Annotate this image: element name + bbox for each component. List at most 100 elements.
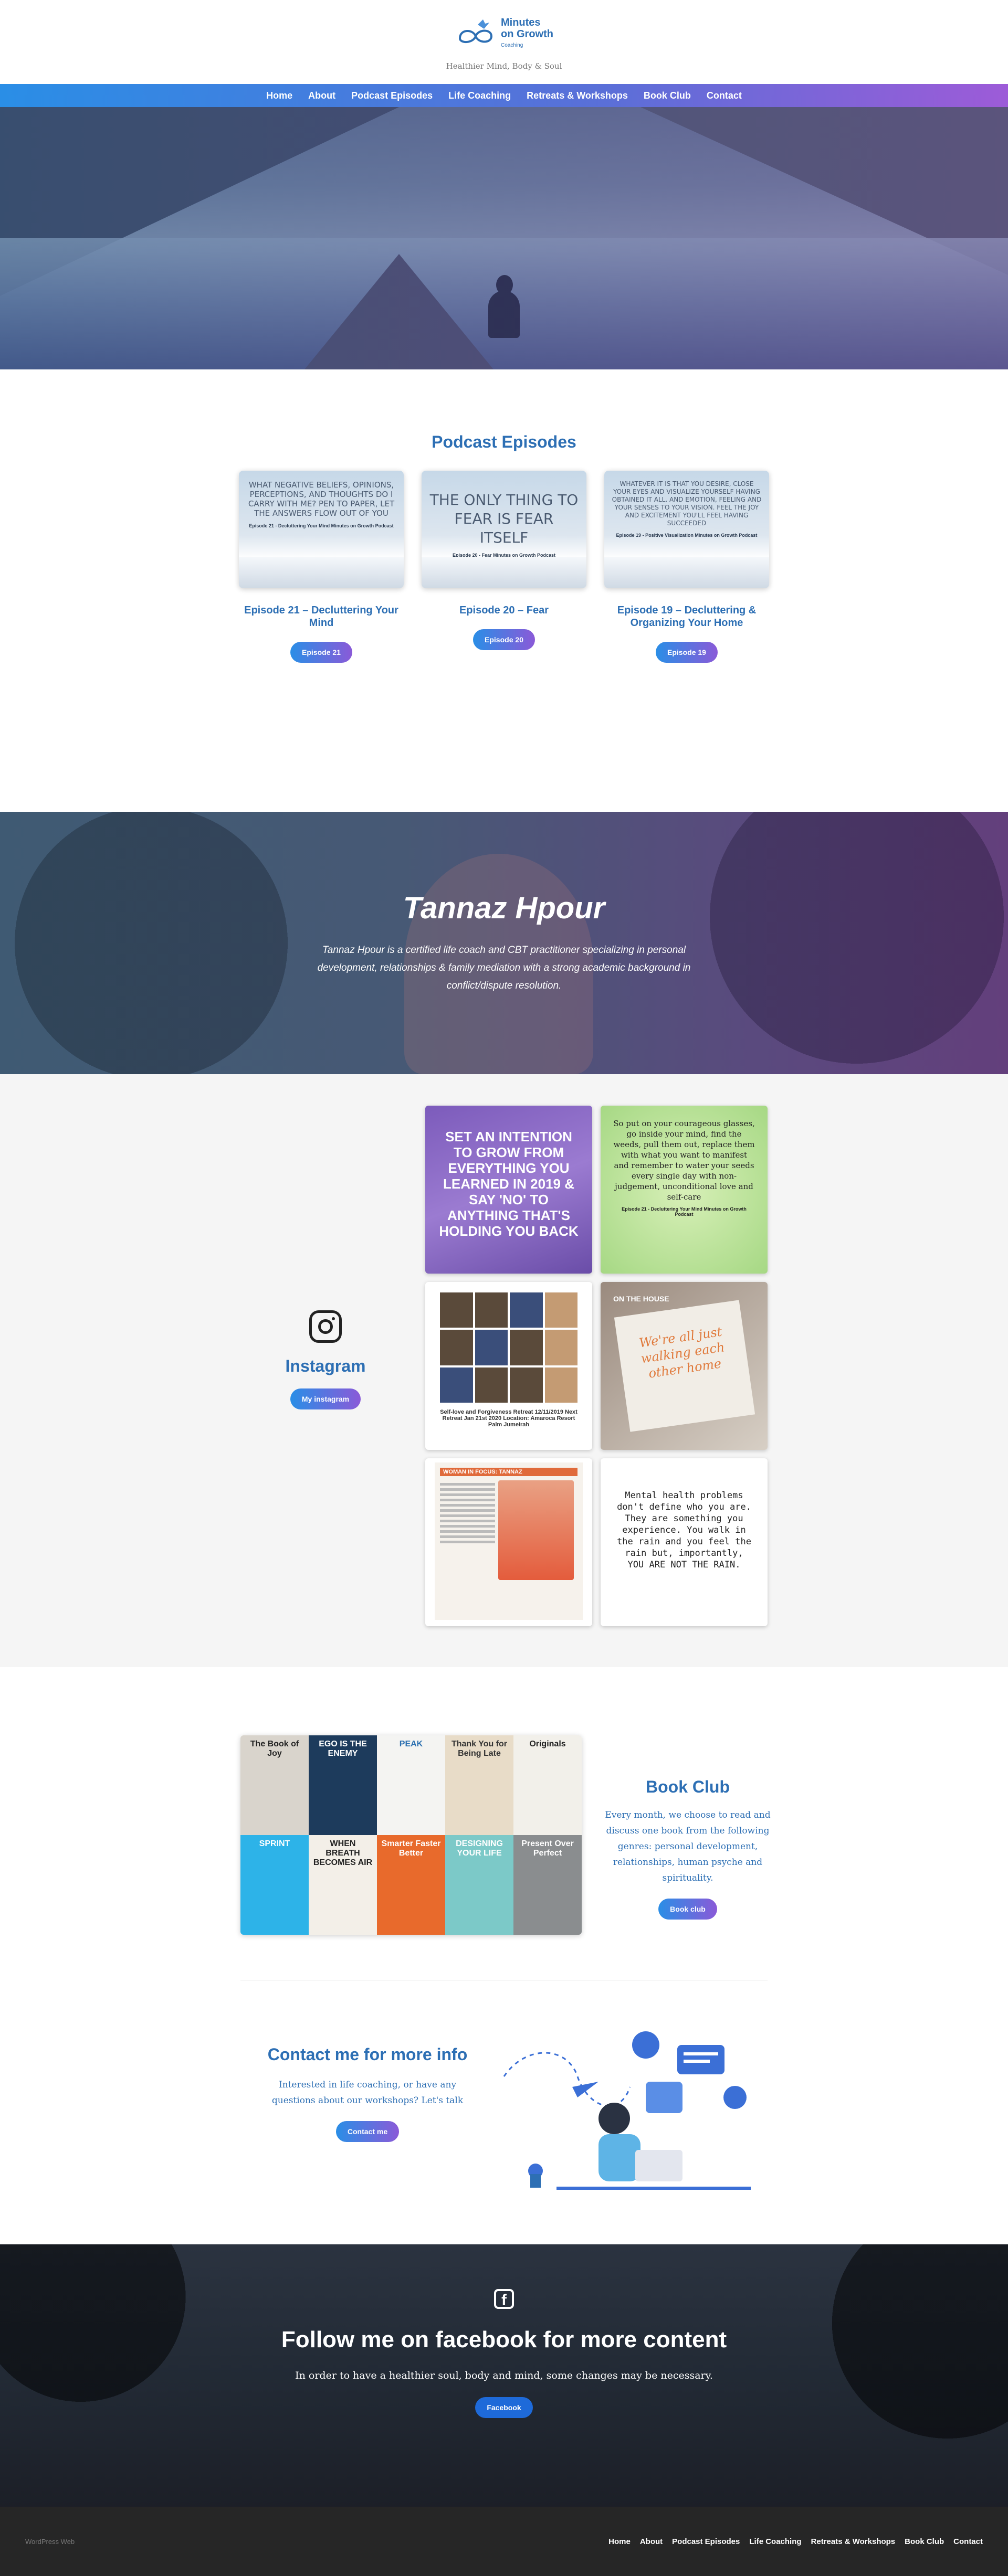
episode-quote: Whatever it is that you desire, close yo… (612, 480, 762, 527)
instagram-title: Instagram (285, 1356, 366, 1375)
episode-thumbnail[interactable]: What negative beliefs, opinions, percept… (239, 471, 404, 588)
logo-line-1: Minutes (501, 17, 541, 28)
episode-thumbnail[interactable]: The only thing to fear is fear itself Ep… (422, 471, 586, 588)
site-tagline: Healthier Mind, Body & Soul (446, 61, 562, 71)
snow-mountain (239, 557, 404, 588)
magazine-header: WOMAN IN FOCUS: TANNAZ (440, 1468, 578, 1476)
post-text: Set an intention to grow from everything… (439, 1129, 579, 1239)
footer-nav: Home About Podcast Episodes Life Coachin… (608, 2537, 983, 2546)
podcast-section: Podcast Episodes What negative beliefs, … (0, 369, 1008, 812)
footer-nav-retreats-workshops[interactable]: Retreats & Workshops (811, 2537, 896, 2546)
instagram-post[interactable]: WOMAN IN FOCUS: TANNAZ (425, 1458, 592, 1626)
book-club-text: Every month, we choose to read and discu… (605, 1810, 771, 1883)
book-cover: The Book of Joy (240, 1735, 309, 1835)
about-name: Tannaz Hpour (403, 891, 605, 925)
snow-mountain (604, 557, 769, 588)
book-club-button[interactable]: Book club (658, 1899, 717, 1920)
episode-list: What negative beliefs, opinions, percept… (0, 471, 1008, 663)
main-nav: Home About Podcast Episodes Life Coachin… (0, 84, 1008, 107)
book-cover: Originals (513, 1735, 582, 1835)
episode-20-button[interactable]: Episode 20 (473, 629, 535, 650)
contact-text: Interested in life coaching, or have any… (271, 2080, 464, 2106)
episode-19-button[interactable]: Episode 19 (656, 642, 718, 663)
episode-thumbnail[interactable]: Whatever it is that you desire, close yo… (604, 471, 769, 588)
episode-title[interactable]: Episode 19 – Decluttering & Organizing Y… (604, 604, 769, 629)
facebook-icon: f (494, 2289, 514, 2309)
site-logo[interactable]: Minutes on Growth Coaching (455, 13, 553, 55)
book-cover: WHEN BREATH BECOMES AIR (309, 1835, 377, 1935)
footer-nav-about[interactable]: About (640, 2537, 663, 2546)
magazine-photo (498, 1480, 574, 1580)
episode-title[interactable]: Episode 20 – Fear (422, 604, 586, 617)
logo-line-2: on Growth (501, 28, 553, 40)
instagram-post[interactable]: Self-love and Forgiveness Retreat 12/11/… (425, 1282, 592, 1450)
book-cover: DESIGNING YOUR LIFE (445, 1835, 513, 1935)
nav-life-coaching[interactable]: Life Coaching (448, 90, 511, 101)
post-text: So put on your courageous glasses, go in… (613, 1119, 755, 1202)
footer-nav-podcast-episodes[interactable]: Podcast Episodes (672, 2537, 740, 2546)
magazine-page: WOMAN IN FOCUS: TANNAZ (435, 1462, 583, 1620)
facebook-text: In order to have a healthier soul, body … (295, 2370, 713, 2381)
instagram-section: Instagram My instagram Set an intention … (0, 1074, 1008, 1667)
book-covers-collage: The Book of Joy EGO IS THE ENEMY PEAK Th… (240, 1735, 582, 1935)
instagram-intro: Instagram My instagram (284, 1310, 368, 1409)
episode-subtitle: Episode 19 - Positive Visualization Minu… (616, 533, 758, 538)
site-header: Minutes on Growth Coaching Healthier Min… (0, 0, 1008, 84)
contact-illustration (503, 2031, 751, 2190)
hero-overlay (0, 107, 1008, 369)
nav-podcast-episodes[interactable]: Podcast Episodes (351, 90, 433, 101)
instagram-grid: Set an intention to grow from everything… (425, 1106, 768, 1626)
footer-nav-home[interactable]: Home (608, 2537, 631, 2546)
infinity-bird-logo-icon (458, 19, 493, 43)
episode-subtitle: Episode 21 - Decluttering Your Mind Minu… (249, 523, 394, 528)
about-bio: Tannaz Hpour is a certified life coach a… (317, 945, 691, 991)
post-subtitle: Episode 21 - Decluttering Your Mind Minu… (622, 1206, 747, 1217)
book-club-title: Book Club (646, 1777, 730, 1796)
facebook-title: Follow me on facebook for more content (281, 2327, 727, 2352)
book-cover: SPRINT (240, 1835, 309, 1935)
site-footer: WordPress Web Home About Podcast Episode… (0, 2507, 1008, 2576)
facebook-section: f Follow me on facebook for more content… (0, 2244, 1008, 2507)
book-cover: Smarter Faster Better (377, 1835, 445, 1935)
episode-quote: The only thing to fear is fear itself (429, 491, 579, 546)
episode-21-button[interactable]: Episode 21 (290, 642, 352, 663)
instagram-icon (309, 1310, 342, 1343)
footer-nav-contact[interactable]: Contact (953, 2537, 983, 2546)
logo-small-text: Coaching (501, 43, 523, 48)
contact-me-button[interactable]: Contact me (335, 2121, 400, 2142)
instagram-post[interactable]: ON THE HOUSE We're all just walking each… (601, 1282, 768, 1450)
episode-card: What negative beliefs, opinions, percept… (239, 471, 404, 663)
nav-home[interactable]: Home (266, 90, 292, 101)
instagram-post[interactable]: So put on your courageous glasses, go in… (601, 1106, 768, 1274)
episode-quote: What negative beliefs, opinions, percept… (248, 480, 395, 518)
footer-nav-book-club[interactable]: Book Club (905, 2537, 944, 2546)
book-cover: Thank You for Being Late (445, 1735, 513, 1835)
nav-about[interactable]: About (308, 90, 335, 101)
nav-book-club[interactable]: Book Club (644, 90, 691, 101)
copyright-text: WordPress Web (25, 2537, 75, 2546)
footer-nav-life-coaching[interactable]: Life Coaching (749, 2537, 801, 2546)
about-section: Tannaz Hpour Tannaz Hpour is a certified… (0, 812, 1008, 1074)
contact-intro: Contact me for more info Interested in l… (257, 2045, 478, 2142)
retreat-photo-mosaic (440, 1292, 578, 1403)
book-cover: Present Over Perfect (513, 1835, 582, 1935)
my-instagram-button[interactable]: My instagram (290, 1388, 361, 1409)
instagram-post[interactable]: Set an intention to grow from everything… (425, 1106, 592, 1274)
episode-card: The only thing to fear is fear itself Ep… (422, 471, 586, 663)
post-sign-text: We're all just walking each other home (614, 1300, 755, 1432)
snow-mountain (422, 557, 586, 588)
instagram-post[interactable]: Mental health problems don't define who … (601, 1458, 768, 1626)
hero-banner-image (0, 107, 1008, 369)
post-text: Mental health problems don't define who … (617, 1490, 751, 1570)
book-cover: PEAK (377, 1735, 445, 1835)
facebook-button[interactable]: Facebook (475, 2397, 533, 2418)
contact-section: Contact me for more info Interested in l… (0, 1982, 1008, 2244)
book-cover: EGO IS THE ENEMY (309, 1735, 377, 1835)
nav-contact[interactable]: Contact (707, 90, 742, 101)
post-caption: Self-love and Forgiveness Retreat 12/11/… (440, 1409, 578, 1428)
podcast-title: Podcast Episodes (432, 432, 576, 451)
book-club-intro: Book Club Every month, we choose to read… (604, 1777, 772, 1920)
nav-retreats-workshops[interactable]: Retreats & Workshops (527, 90, 628, 101)
episode-title[interactable]: Episode 21 – Decluttering Your Mind (239, 604, 404, 629)
episode-card: Whatever it is that you desire, close yo… (604, 471, 769, 663)
